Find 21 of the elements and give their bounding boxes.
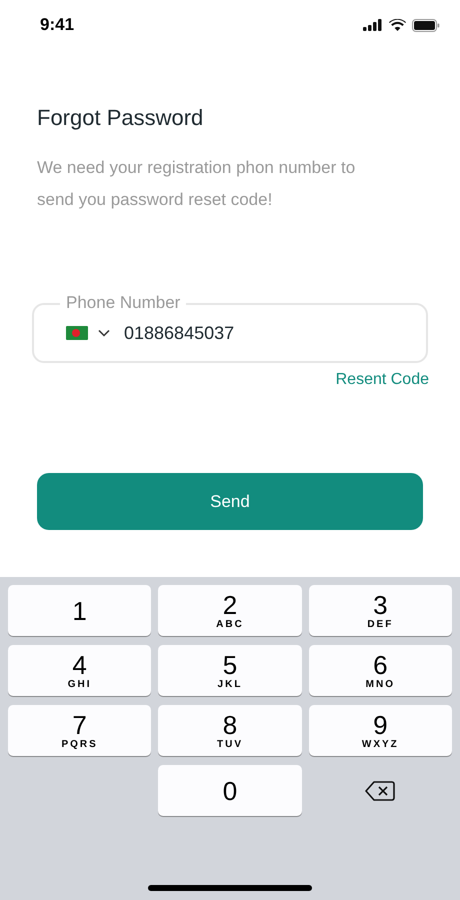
keypad-key[interactable]: 4 GHI — [8, 645, 152, 696]
keypad-key[interactable]: 9 WXYZ — [308, 705, 452, 756]
page-title: Forgot Password — [37, 104, 204, 132]
wifi-icon — [389, 19, 406, 31]
keypad-key[interactable]: 1 — [8, 585, 152, 636]
description-text: We need your registration phon number to send you password reset code! — [37, 157, 356, 211]
resend-code-link[interactable]: Resent Code — [336, 369, 429, 391]
keypad-key[interactable]: 7 PQRS — [8, 705, 152, 756]
phone-number-input[interactable]: 01886845037 — [124, 320, 324, 346]
keypad-key[interactable]: 3 DEF — [308, 585, 452, 636]
send-button[interactable]: Send — [37, 473, 423, 530]
chevron-down-icon[interactable] — [98, 329, 110, 337]
status-time: 9:41 — [40, 14, 74, 36]
keypad-key[interactable]: 5 JKL — [158, 645, 302, 696]
keypad-key[interactable]: 2 ABC — [158, 585, 302, 636]
backspace-icon — [365, 780, 396, 802]
signal-icon — [363, 19, 383, 31]
keypad-key[interactable]: 0 — [158, 765, 302, 816]
battery-icon — [412, 18, 440, 32]
keypad-key[interactable]: 6 MNO — [308, 645, 452, 696]
keypad-key[interactable]: 8 TUV — [158, 705, 302, 756]
